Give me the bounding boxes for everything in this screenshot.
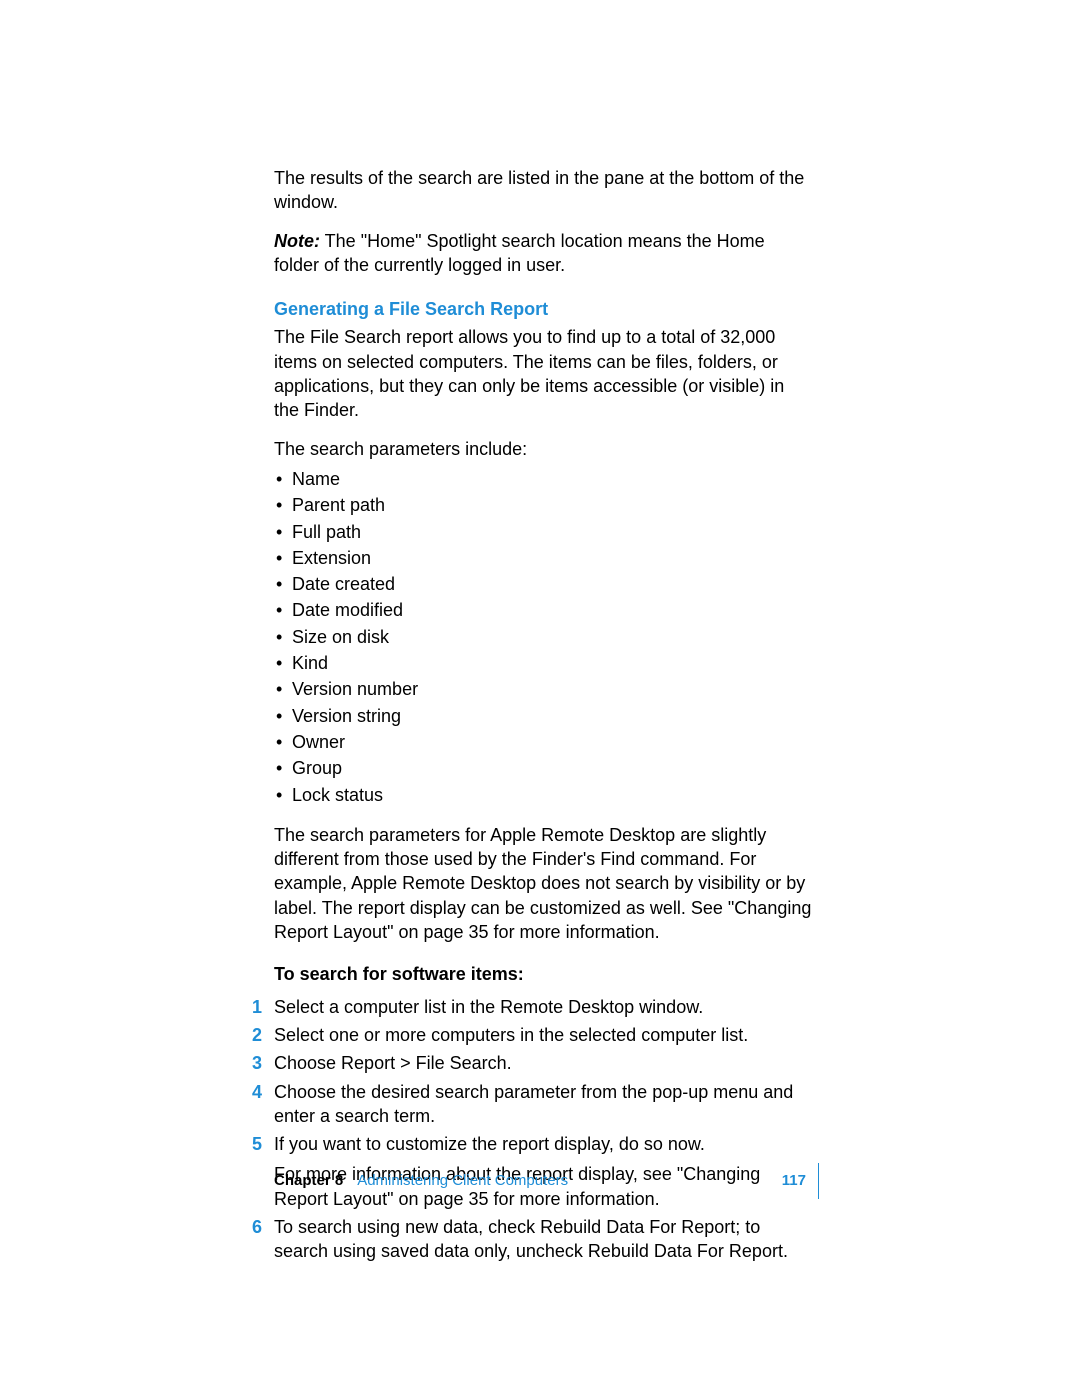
list-item: Lock status <box>274 783 814 807</box>
list-item: Date modified <box>274 598 814 622</box>
list-item: Version number <box>274 677 814 701</box>
step-item: To search using new data, check Rebuild … <box>274 1215 814 1264</box>
footer-left: Chapter 8 Administering Client Computers <box>274 1171 568 1191</box>
chapter-label: Chapter 8 <box>274 1171 343 1191</box>
note-label: Note: <box>274 231 320 251</box>
step-text: Choose Report > File Search. <box>274 1053 512 1073</box>
chapter-title: Administering Client Computers <box>357 1171 568 1191</box>
list-item: Kind <box>274 651 814 675</box>
list-item: Parent path <box>274 493 814 517</box>
list-item: Size on disk <box>274 625 814 649</box>
section-intro: The File Search report allows you to fin… <box>274 325 814 422</box>
list-item: Version string <box>274 704 814 728</box>
step-text: Select a computer list in the Remote Des… <box>274 997 703 1017</box>
list-item: Name <box>274 467 814 491</box>
step-item: Select a computer list in the Remote Des… <box>274 995 814 1019</box>
steps-list: Select a computer list in the Remote Des… <box>274 995 814 1264</box>
page-footer: Chapter 8 Administering Client Computers… <box>274 1163 819 1199</box>
step-text: Select one or more computers in the sele… <box>274 1025 748 1045</box>
params-list: Name Parent path Full path Extension Dat… <box>274 467 814 807</box>
list-item: Date created <box>274 572 814 596</box>
step-text: Choose the desired search parameter from… <box>274 1082 793 1126</box>
section-heading: Generating a File Search Report <box>274 297 814 321</box>
step-text: To search using new data, check Rebuild … <box>274 1217 788 1261</box>
results-paragraph: The results of the search are listed in … <box>274 166 814 215</box>
list-item: Group <box>274 756 814 780</box>
note-text: The "Home" Spotlight search location mea… <box>274 231 765 275</box>
list-item: Owner <box>274 730 814 754</box>
list-item: Extension <box>274 546 814 570</box>
params-lead: The search parameters include: <box>274 437 814 461</box>
page-content: The results of the search are listed in … <box>274 166 814 1268</box>
step-item: Choose the desired search parameter from… <box>274 1080 814 1129</box>
steps-heading: To search for software items: <box>274 962 814 986</box>
note-paragraph: Note: The "Home" Spotlight search locati… <box>274 229 814 278</box>
page-number: 117 <box>782 1171 814 1191</box>
list-item: Full path <box>274 520 814 544</box>
step-item: Select one or more computers in the sele… <box>274 1023 814 1047</box>
step-item: Choose Report > File Search. <box>274 1051 814 1075</box>
diff-paragraph: The search parameters for Apple Remote D… <box>274 823 814 944</box>
step-text: If you want to customize the report disp… <box>274 1134 705 1154</box>
